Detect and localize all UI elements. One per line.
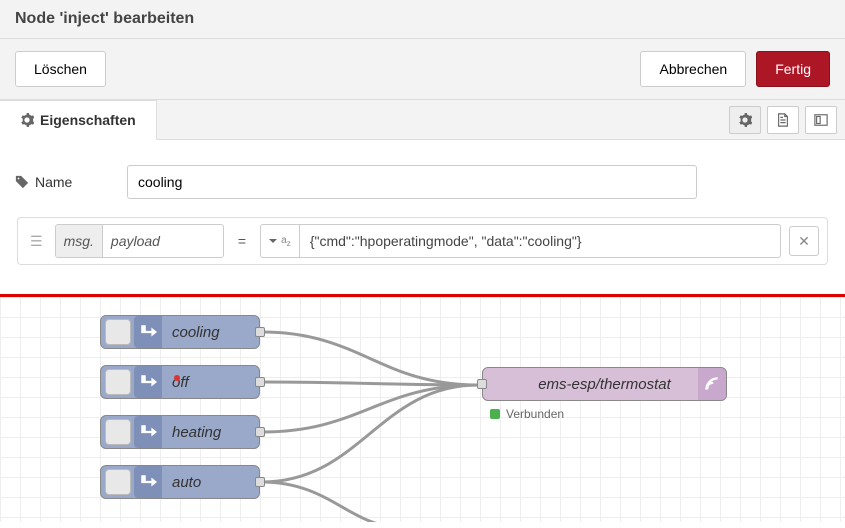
tab-properties[interactable]: Eigenschaften <box>0 100 157 140</box>
drag-handle-icon[interactable]: ☰ <box>26 233 47 250</box>
node-label: off <box>162 374 199 391</box>
output-port[interactable] <box>255 427 265 437</box>
flow-canvas[interactable]: cooling off heating auto ems-esp/thermos… <box>0 297 845 522</box>
inject-trigger-button[interactable] <box>105 319 131 345</box>
node-inject-off[interactable]: off <box>100 365 260 399</box>
az-icon: az <box>281 235 291 248</box>
node-inject-heating[interactable]: heating <box>100 415 260 449</box>
inject-icon <box>134 416 162 448</box>
inject-trigger-button[interactable] <box>105 419 131 445</box>
mqtt-icon <box>698 368 726 400</box>
property-row: ☰ msg. payload = az {"cmd":"hpoperatingm… <box>17 217 828 265</box>
status-dot-icon <box>490 409 500 419</box>
delete-property-button[interactable]: ✕ <box>789 226 819 256</box>
output-port[interactable] <box>255 477 265 487</box>
node-label: heating <box>162 424 231 441</box>
gear-icon <box>738 113 752 127</box>
dialog-toolbar: Löschen Abbrechen Fertig <box>0 39 845 100</box>
settings-tab-icon[interactable] <box>729 106 761 134</box>
delete-button[interactable]: Löschen <box>15 51 106 87</box>
name-input[interactable] <box>127 165 697 199</box>
msg-prefix: msg. <box>56 225 103 257</box>
inject-icon <box>134 366 162 398</box>
inject-icon <box>134 316 162 348</box>
output-port[interactable] <box>255 327 265 337</box>
dirty-indicator <box>174 375 180 381</box>
equals-label: = <box>232 233 252 249</box>
node-label: ems-esp/thermostat <box>538 376 671 393</box>
tab-properties-label: Eigenschaften <box>40 112 136 128</box>
dialog-title: Node 'inject' bearbeiten <box>15 10 830 38</box>
cancel-button[interactable]: Abbrechen <box>640 51 746 87</box>
file-icon <box>776 113 790 127</box>
docs-tab-icon[interactable] <box>767 106 799 134</box>
inject-icon <box>134 466 162 498</box>
node-inject-cooling[interactable]: cooling <box>100 315 260 349</box>
name-label: Name <box>15 174 115 190</box>
node-status: Verbunden <box>490 407 564 421</box>
value-type-selector[interactable]: az <box>261 225 300 257</box>
caret-down-icon <box>269 237 277 245</box>
done-button[interactable]: Fertig <box>756 51 830 87</box>
node-label: auto <box>162 474 211 491</box>
gear-icon <box>20 113 34 127</box>
input-port[interactable] <box>477 379 487 389</box>
msg-field-input[interactable]: payload <box>103 233 223 249</box>
node-mqtt-out[interactable]: ems-esp/thermostat <box>482 367 727 401</box>
output-port[interactable] <box>255 377 265 387</box>
inject-trigger-button[interactable] <box>105 369 131 395</box>
layout-icon <box>814 113 828 127</box>
appearance-tab-icon[interactable] <box>805 106 837 134</box>
inject-trigger-button[interactable] <box>105 469 131 495</box>
tag-icon <box>15 175 29 189</box>
node-inject-auto[interactable]: auto <box>100 465 260 499</box>
value-input[interactable]: {"cmd":"hpoperatingmode", "data":"coolin… <box>300 233 592 249</box>
close-icon: ✕ <box>798 233 810 250</box>
node-label: cooling <box>162 324 230 341</box>
